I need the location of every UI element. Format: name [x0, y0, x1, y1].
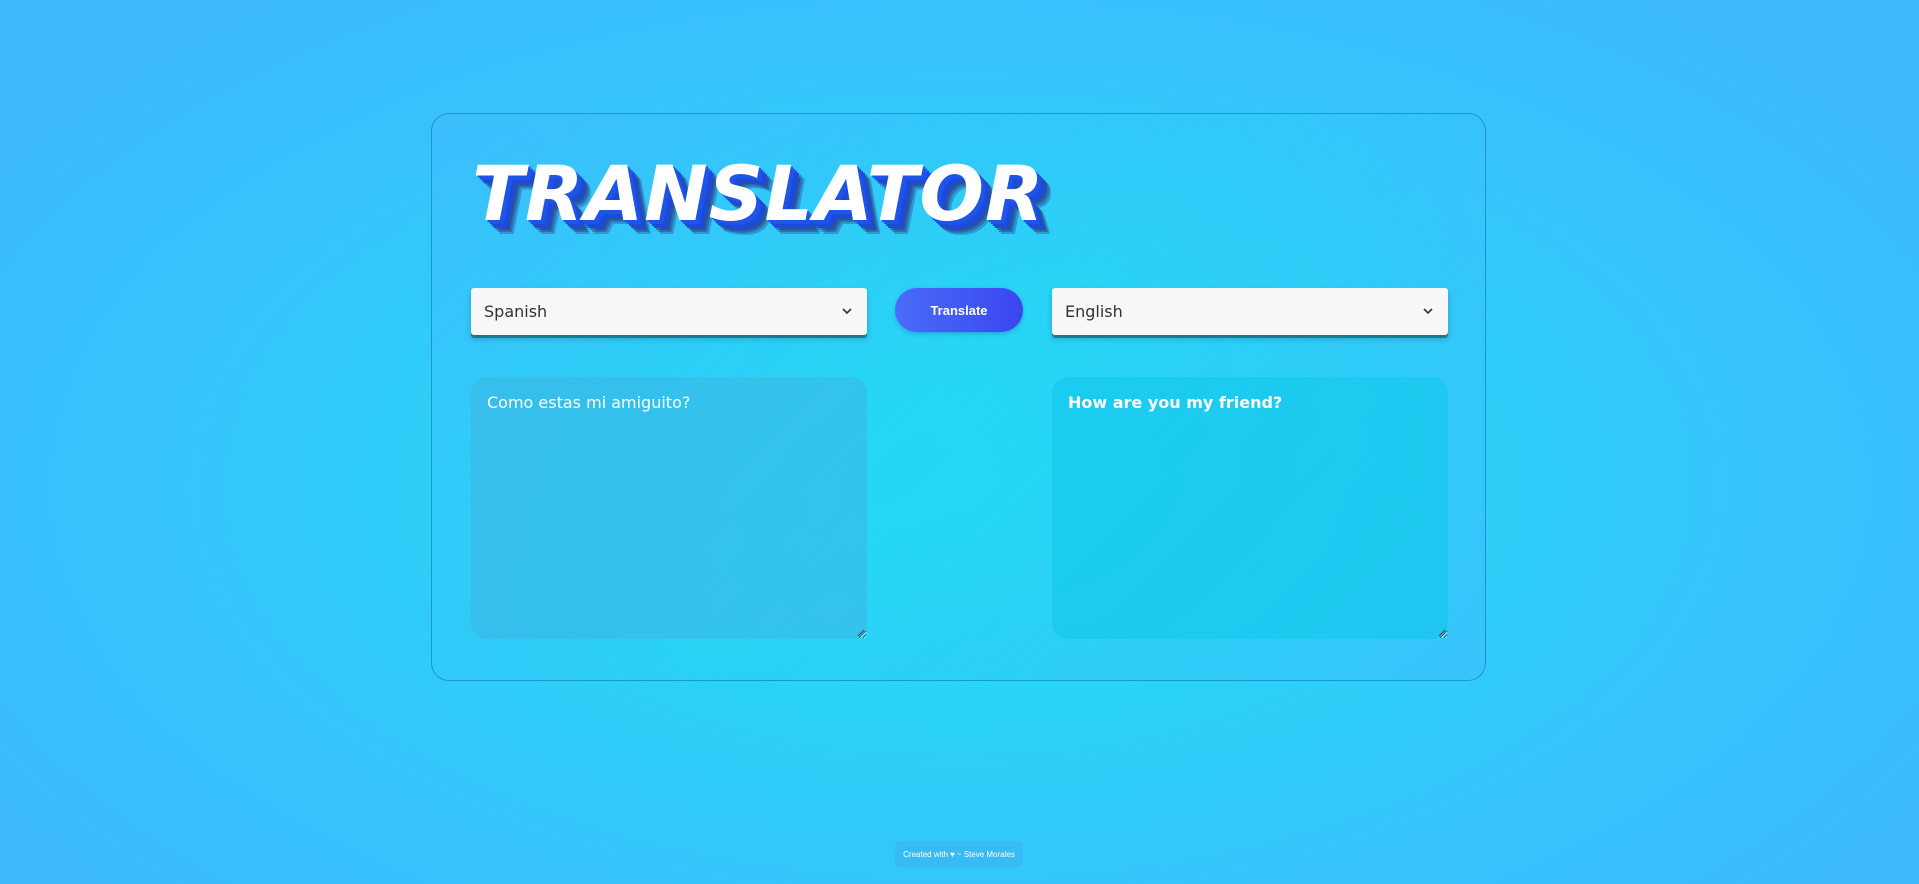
resize-grip-icon[interactable]	[1438, 629, 1446, 637]
target-text-value: How are you my friend?	[1068, 393, 1283, 412]
translator-card: TRANSLATOR Spanish Translate English Com…	[431, 113, 1486, 681]
source-language-select[interactable]: Spanish	[471, 288, 867, 335]
target-language-select[interactable]: English	[1052, 288, 1448, 335]
chevron-down-icon	[1421, 305, 1435, 319]
target-text-output[interactable]: How are you my friend?	[1052, 377, 1448, 639]
source-text-value: Como estas mi amiguito?	[487, 393, 691, 412]
app-title: TRANSLATOR	[472, 149, 1045, 238]
translate-button[interactable]: Translate	[895, 288, 1023, 332]
source-text-input[interactable]: Como estas mi amiguito?	[471, 377, 867, 639]
heart-icon: ♥	[950, 849, 955, 859]
footer-prefix: Created with	[903, 849, 949, 859]
footer-author: ~ Steve Morales	[956, 849, 1015, 859]
chevron-down-icon	[840, 305, 854, 319]
resize-grip-icon[interactable]	[857, 629, 865, 637]
footer-credit: Created with ♥ ~ Steve Morales	[895, 841, 1023, 867]
source-language-value: Spanish	[484, 302, 548, 321]
target-language-value: English	[1065, 302, 1123, 321]
